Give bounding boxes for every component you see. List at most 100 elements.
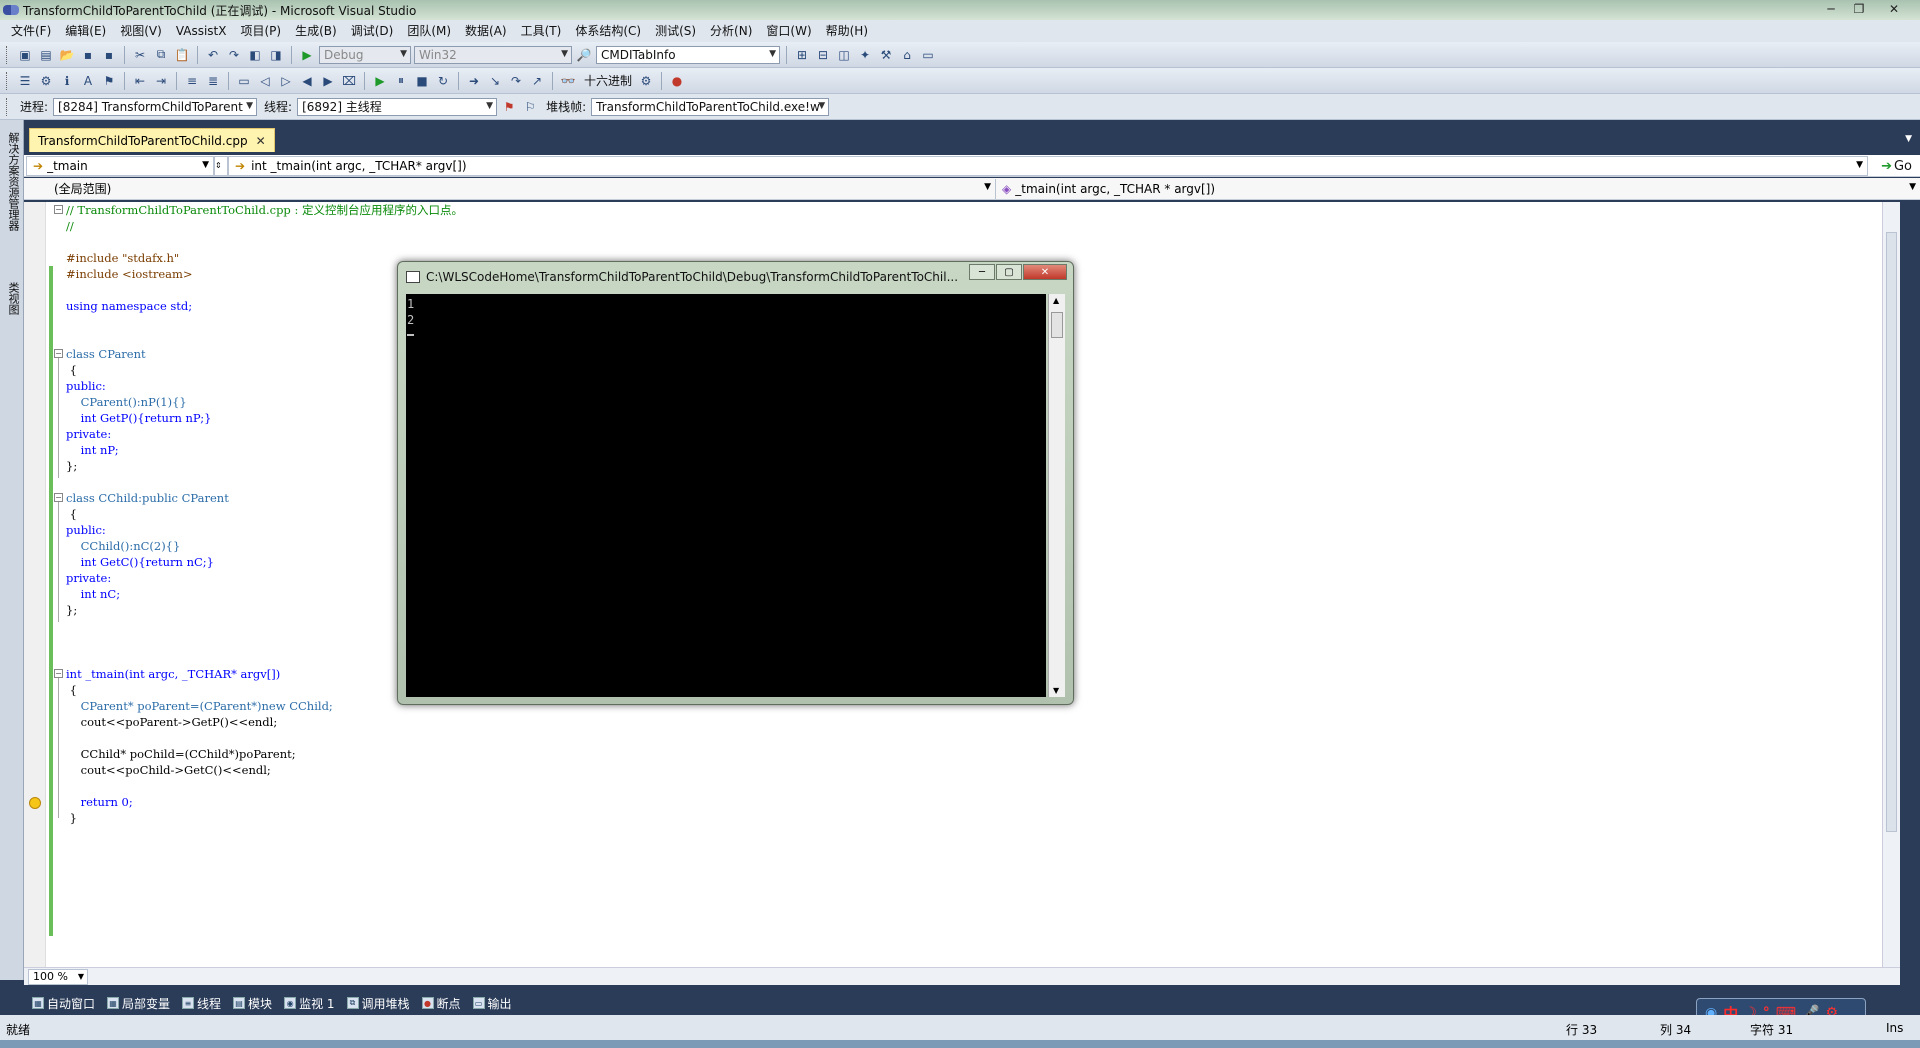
menu-help[interactable]: 帮助(H) xyxy=(819,20,875,42)
tab-call-stack[interactable]: ⧉ 调用堆栈 xyxy=(343,995,414,1012)
add-item-icon[interactable]: ▤ xyxy=(37,46,55,64)
fold-toggle[interactable]: − xyxy=(54,669,63,678)
solution-explorer-icon[interactable]: ⊞ xyxy=(793,46,811,64)
tab-breakpoints[interactable]: ● 断点 xyxy=(418,995,465,1012)
editor-vertical-scrollbar[interactable] xyxy=(1882,202,1900,967)
scroll-up-icon[interactable]: ▲ xyxy=(1053,296,1059,305)
threads-icon[interactable]: ⚙ xyxy=(637,72,655,90)
menu-debug[interactable]: 调试(D) xyxy=(344,20,401,42)
stop-debugging-icon[interactable]: ■ xyxy=(413,72,431,90)
prev-bookmark-icon[interactable]: ◁ xyxy=(256,72,274,90)
process-select[interactable]: [8284] TransformChildToParent ▼ xyxy=(53,97,258,116)
scrollbar-thumb[interactable] xyxy=(1886,232,1897,832)
show-next-statement-icon[interactable]: ➜ xyxy=(465,72,483,90)
save-icon[interactable]: ▪ xyxy=(79,46,97,64)
quickwatch-icon[interactable]: 👓 xyxy=(559,72,577,90)
continue-icon[interactable]: ▶ xyxy=(371,72,389,90)
command-window-icon[interactable]: ▭ xyxy=(919,46,937,64)
menu-architecture[interactable]: 体系结构(C) xyxy=(568,20,648,42)
stack-frame-select[interactable]: TransformChildToParentToChild.exe!w ▼ xyxy=(591,97,830,116)
tab-locals[interactable]: ▦ 局部变量 xyxy=(103,995,174,1012)
member-list-icon[interactable]: ☰ xyxy=(16,72,34,90)
console-output[interactable]: 1 2 xyxy=(406,294,1046,697)
menu-view[interactable]: 视图(V) xyxy=(113,20,169,42)
editor-horizontal-scrollbar[interactable]: 100 % ▼ xyxy=(24,967,1900,985)
quick-info-icon[interactable]: ℹ xyxy=(58,72,76,90)
breakpoints-window-icon[interactable]: ● xyxy=(668,72,686,90)
tab-modules[interactable]: ▤ 模块 xyxy=(229,995,276,1012)
toolbar-grip[interactable] xyxy=(6,45,10,64)
properties-icon[interactable]: ⊟ xyxy=(814,46,832,64)
redo-icon[interactable]: ↷ xyxy=(225,46,243,64)
menu-file[interactable]: 文件(F) xyxy=(4,20,58,42)
toolbar-grip[interactable] xyxy=(6,97,10,116)
prev-folder-bookmark-icon[interactable]: ◀ xyxy=(298,72,316,90)
cut-icon[interactable]: ✂ xyxy=(131,46,149,64)
menu-data[interactable]: 数据(A) xyxy=(458,20,514,42)
close-tab-icon[interactable]: ✕ xyxy=(256,134,266,148)
tab-watch-1[interactable]: ◉ 监视 1 xyxy=(280,995,338,1012)
maximize-button[interactable]: ❐ xyxy=(1846,0,1872,17)
console-scroll-thumb[interactable] xyxy=(1051,312,1063,338)
scroll-down-icon[interactable]: ▼ xyxy=(1053,686,1059,695)
symbol-spin[interactable]: ⇕ xyxy=(214,155,228,176)
start-debug-icon[interactable]: ▶ xyxy=(298,46,316,64)
navigate-back-icon[interactable]: ◧ xyxy=(246,46,264,64)
step-out-icon[interactable]: ↗ xyxy=(528,72,546,90)
bookmark-icon[interactable]: ⚑ xyxy=(100,72,118,90)
menu-build[interactable]: 生成(B) xyxy=(288,20,344,42)
comment-icon[interactable]: ≡ xyxy=(183,72,201,90)
solution-explorer-tab[interactable]: 解决方案资源管理器 xyxy=(3,132,21,231)
open-file-icon[interactable]: 📂 xyxy=(58,46,76,64)
tab-list-chevron-icon[interactable]: ▼ xyxy=(1905,134,1912,144)
signature-combo[interactable]: ➔ int _tmain(int argc, _TCHAR* argv[]) ▼ xyxy=(228,155,1868,176)
class-view-tab[interactable]: 类视图 xyxy=(3,282,21,315)
step-over-icon[interactable]: ↷ xyxy=(507,72,525,90)
menu-team[interactable]: 团队(M) xyxy=(400,20,458,42)
restart-icon[interactable]: ↻ xyxy=(434,72,452,90)
tab-autos[interactable]: ▦ 自动窗口 xyxy=(28,995,99,1012)
console-maximize-button[interactable]: ▢ xyxy=(996,264,1022,280)
break-all-icon[interactable]: ⏸ xyxy=(392,72,410,90)
menu-tools[interactable]: 工具(T) xyxy=(514,20,569,42)
find-combo[interactable]: CMDITabInfo ▼ xyxy=(596,45,780,64)
tab-output[interactable]: ▭ 输出 xyxy=(469,995,516,1012)
minimize-button[interactable]: ─ xyxy=(1818,0,1844,17)
console-titlebar[interactable]: C:\WLSCodeHome\TransformChildToParentToC… xyxy=(406,268,963,286)
console-window[interactable]: C:\WLSCodeHome\TransformChildToParentToC… xyxy=(397,261,1074,705)
indent-icon[interactable]: ⇥ xyxy=(152,72,170,90)
clear-bookmarks-icon[interactable]: ⌧ xyxy=(340,72,358,90)
thread-select[interactable]: [6892] 主线程 ▼ xyxy=(297,97,498,116)
copy-icon[interactable]: ⧉ xyxy=(152,46,170,64)
parameter-info-icon[interactable]: ⚙ xyxy=(37,72,55,90)
bookmark-toggle-icon[interactable]: ▭ xyxy=(235,72,253,90)
uncomment-icon[interactable]: ≣ xyxy=(204,72,222,90)
menu-vassistx[interactable]: VAssistX xyxy=(169,20,234,42)
platform-select[interactable]: Win32 ▼ xyxy=(414,45,572,64)
start-page-icon[interactable]: ⌂ xyxy=(898,46,916,64)
outdent-icon[interactable]: ⇤ xyxy=(131,72,149,90)
indicator-margin[interactable] xyxy=(24,202,46,967)
console-minimize-button[interactable]: ─ xyxy=(969,264,995,280)
next-bookmark-icon[interactable]: ▷ xyxy=(277,72,295,90)
hex-display-toggle[interactable]: 十六进制 xyxy=(584,72,632,89)
menu-edit[interactable]: 编辑(E) xyxy=(58,20,113,42)
fold-toggle[interactable]: − xyxy=(54,205,63,214)
symbol-select[interactable]: ➔ _tmain ▼ xyxy=(26,155,214,176)
menu-test[interactable]: 测试(S) xyxy=(648,20,703,42)
config-select[interactable]: Debug ▼ xyxy=(319,45,411,64)
tab-cpp-file[interactable]: TransformChildToParentToChild.cpp ✕ xyxy=(29,128,275,152)
member-select[interactable]: ◈ _tmain(int argc, _TCHAR * argv[]) ▼ xyxy=(995,178,1920,199)
menu-analyze[interactable]: 分析(N) xyxy=(703,20,759,42)
undo-icon[interactable]: ↶ xyxy=(204,46,222,64)
fold-toggle[interactable]: − xyxy=(54,349,63,358)
console-close-button[interactable]: ✕ xyxy=(1023,264,1067,280)
zoom-select[interactable]: 100 % ▼ xyxy=(28,968,88,985)
console-scrollbar[interactable]: ▲ ▼ xyxy=(1048,294,1065,697)
fold-toggle[interactable]: − xyxy=(54,493,63,502)
navigate-forward-icon[interactable]: ◨ xyxy=(267,46,285,64)
word-complete-icon[interactable]: A xyxy=(79,72,97,90)
menu-project[interactable]: 项目(P) xyxy=(233,20,288,42)
save-all-icon[interactable]: ▪ xyxy=(100,46,118,64)
new-project-icon[interactable]: ▣ xyxy=(16,46,34,64)
